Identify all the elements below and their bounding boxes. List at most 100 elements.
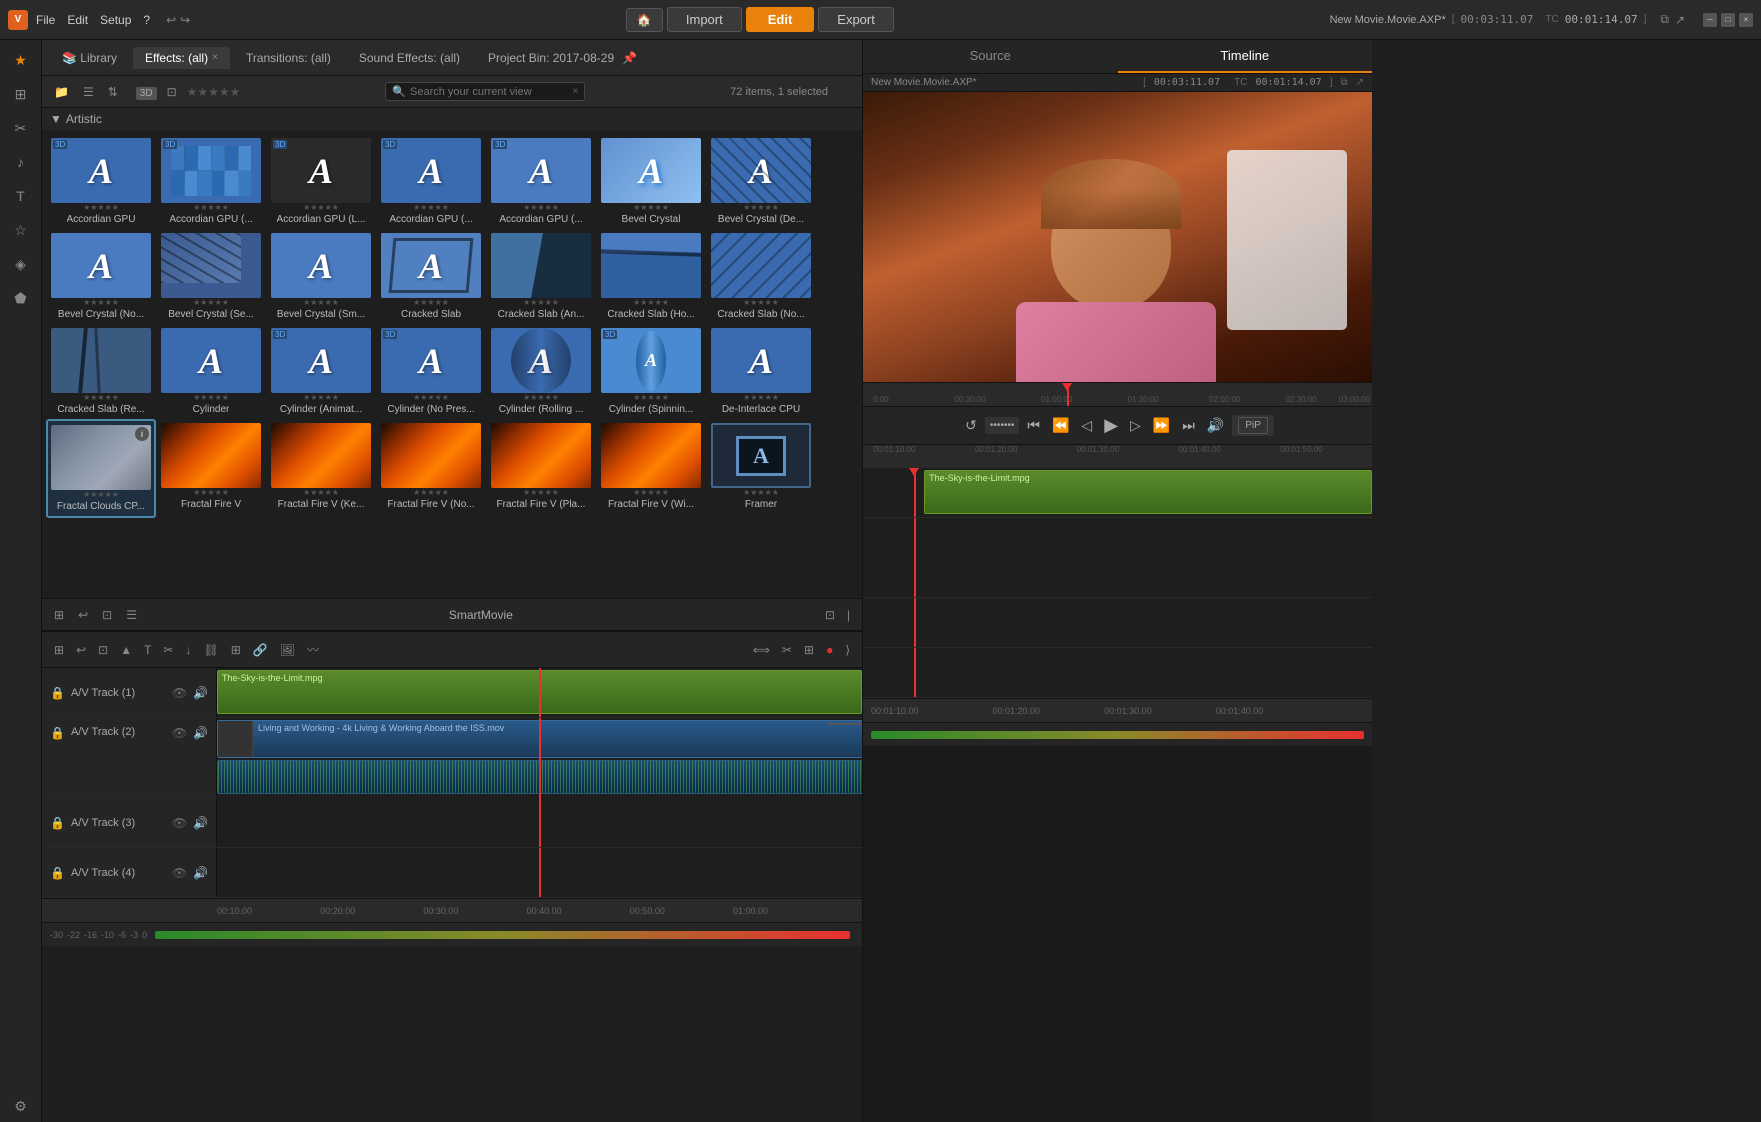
effect-fractal-fire-ke[interactable]: ★★★★★ Fractal Fire V (Ke...: [266, 419, 376, 518]
timeline-tool-text[interactable]: T: [140, 641, 155, 659]
sidebar-icon-text[interactable]: T: [5, 180, 37, 212]
ctrl-volume[interactable]: 🔊: [1203, 415, 1228, 436]
track-audio-icon-4[interactable]: 🔊: [193, 866, 208, 880]
effect-accordian-gpu-2[interactable]: 3D ★★★★★ Accordian GPU (...: [156, 134, 266, 229]
effect-bevel-crystal-se[interactable]: ★★★★★ Bevel Crystal (Se...: [156, 229, 266, 324]
ctrl-step-forward[interactable]: ▷: [1126, 415, 1145, 436]
effect-cracked-slab-ho[interactable]: ★★★★★ Cracked Slab (Ho...: [596, 229, 706, 324]
track-audio-icon-2[interactable]: 🔊: [193, 726, 208, 740]
folder-btn[interactable]: 📁: [50, 83, 73, 101]
effect-accordian-gpu-5[interactable]: 3D A ★★★★★ Accordian GPU (...: [486, 134, 596, 229]
effect-cylinder-spin[interactable]: 3D A ★★★★★ Cylinder (Spinnin...: [596, 324, 706, 419]
timeline-right-1[interactable]: ⟺: [749, 641, 774, 659]
tab-timeline-preview[interactable]: Timeline: [1118, 40, 1373, 73]
track-audio-icon-1[interactable]: 🔊: [193, 686, 208, 700]
effect-fractal-clouds[interactable]: i ★★★★★ Fractal Clouds CP...: [46, 419, 156, 518]
effect-bevel-crystal-no[interactable]: A ★★★★★ Bevel Crystal (No...: [46, 229, 156, 324]
tab-effects-close[interactable]: ×: [212, 52, 218, 63]
effect-bevel-crystal-sm[interactable]: A ★★★★★ Bevel Crystal (Sm...: [266, 229, 376, 324]
menu-file[interactable]: File: [36, 13, 55, 27]
tab-effects[interactable]: Effects: (all) ×: [133, 47, 230, 69]
ctrl-loop[interactable]: ↺: [961, 415, 981, 436]
bottom-tool-grid[interactable]: ⊡: [98, 606, 116, 624]
menu-setup[interactable]: Setup: [100, 13, 131, 27]
menu-help[interactable]: ?: [143, 13, 150, 27]
track-lock-icon-3[interactable]: 🔒: [50, 816, 65, 830]
sidebar-icon-star2[interactable]: ☆: [5, 214, 37, 246]
tab-transitions[interactable]: Transitions: (all): [234, 47, 343, 69]
effect-cylinder-roll[interactable]: A ★★★★★ Cylinder (Rolling ...: [486, 324, 596, 419]
effect-cylinder-anim[interactable]: 3D A ★★★★★ Cylinder (Animat...: [266, 324, 376, 419]
ctrl-play[interactable]: ▶: [1100, 413, 1122, 438]
effect-accordian-gpu-3[interactable]: 3D A ★★★★★ Accordian GPU (L...: [266, 134, 376, 229]
timeline-tool-grid2[interactable]: ⊞: [227, 641, 245, 659]
timeline-tool-2[interactable]: ↩: [72, 641, 90, 659]
sidebar-icon-shapes[interactable]: ⬟: [5, 282, 37, 314]
timeline-tool-chain[interactable]: ⛓: [199, 641, 222, 659]
pip-button[interactable]: PiP: [1238, 417, 1268, 434]
effect-fractal-fire-wi[interactable]: ★★★★★ Fractal Fire V (Wi...: [596, 419, 706, 518]
effect-accordian-gpu-1[interactable]: 3D A ★★★★★ Accordian GPU: [46, 134, 156, 229]
timeline-right-4[interactable]: ●: [822, 641, 837, 659]
track-vis-icon-1[interactable]: 👁: [172, 686, 187, 700]
timeline-right-5[interactable]: ⟩: [841, 641, 854, 659]
preview-pop-icon[interactable]: ↗: [1356, 77, 1364, 88]
search-clear-icon[interactable]: ×: [572, 86, 578, 97]
right-clip-sky[interactable]: The-Sky-is-the-Limit.mpg: [924, 470, 1372, 514]
timeline-tool-cut[interactable]: ✂: [159, 641, 177, 659]
ctrl-skip-end[interactable]: ⏭: [1178, 415, 1199, 436]
category-arrow[interactable]: ▼: [50, 112, 62, 126]
track-lock-icon-4[interactable]: 🔒: [50, 866, 65, 880]
timeline-tool-img[interactable]: 🖼: [276, 641, 299, 659]
effect-de-interlace[interactable]: A ★★★★★ De-Interlace CPU: [706, 324, 816, 419]
bottom-tool-list[interactable]: ☰: [122, 606, 141, 624]
effect-accordian-gpu-4[interactable]: 3D A ★★★★★ Accordian GPU (...: [376, 134, 486, 229]
sidebar-icon-search[interactable]: ⊞: [5, 78, 37, 110]
timeline-tool-down[interactable]: ↓: [181, 641, 195, 659]
preview-expand-icon[interactable]: ⧉: [1340, 77, 1347, 88]
close-button[interactable]: ×: [1739, 13, 1753, 27]
track-audio-icon-3[interactable]: 🔊: [193, 816, 208, 830]
track-vis-icon-3[interactable]: 👁: [172, 816, 187, 830]
effect-cracked-slab-an[interactable]: ★★★★★ Cracked Slab (An...: [486, 229, 596, 324]
timeline-right-2[interactable]: ✂: [778, 641, 796, 659]
effect-fractal-fire-v[interactable]: ★★★★★ Fractal Fire V: [156, 419, 266, 518]
sort-btn[interactable]: ⇅: [104, 83, 122, 101]
minimize-button[interactable]: ─: [1703, 13, 1717, 27]
home-button[interactable]: 🏠: [626, 8, 663, 32]
effect-bevel-crystal-1[interactable]: A ★★★★★ Bevel Crystal: [596, 134, 706, 229]
timeline-tool-wave[interactable]: 〰: [303, 639, 323, 660]
menu-edit[interactable]: Edit: [67, 13, 88, 27]
bottom-tool-1[interactable]: ⊞: [50, 606, 68, 624]
timeline-add-marker[interactable]: ▲: [116, 641, 136, 659]
view-toggle-2[interactable]: |: [843, 606, 854, 624]
track-lock-icon[interactable]: 🔒: [50, 686, 65, 700]
list-btn[interactable]: ☰: [79, 83, 98, 101]
tab-project-bin[interactable]: Project Bin: 2017-08-29 📌: [476, 47, 649, 69]
sidebar-icon-star[interactable]: ★: [5, 44, 37, 76]
timeline-right-3[interactable]: ⊞: [800, 641, 818, 659]
maximize-icon[interactable]: ⧉: [1660, 12, 1669, 27]
effect-cracked-slab-1[interactable]: A ★★★★★ Cracked Slab: [376, 229, 486, 324]
bottom-tool-2[interactable]: ↩: [74, 606, 92, 624]
edit-button[interactable]: Edit: [746, 7, 815, 32]
effect-bevel-crystal-de[interactable]: A ★★★★★ Bevel Crystal (De...: [706, 134, 816, 229]
effect-cracked-slab-no[interactable]: ★★★★★ Cracked Slab (No...: [706, 229, 816, 324]
effect-cylinder-nopres[interactable]: 3D A ★★★★★ Cylinder (No Pres...: [376, 324, 486, 419]
view-toggle-1[interactable]: ⊡: [821, 606, 839, 624]
tab-source[interactable]: Source: [863, 40, 1118, 73]
preview-btn[interactable]: ⊡: [163, 83, 181, 101]
external-icon[interactable]: ↗: [1675, 13, 1685, 27]
ctrl-skip-start[interactable]: ⏮: [1023, 415, 1044, 436]
sidebar-icon-settings[interactable]: ⚙: [5, 1090, 37, 1122]
sidebar-icon-color[interactable]: ◈: [5, 248, 37, 280]
sidebar-icon-cut[interactable]: ✂: [5, 112, 37, 144]
track-vis-icon-2[interactable]: 👁: [172, 726, 187, 740]
ctrl-step-back[interactable]: ◁: [1077, 415, 1096, 436]
undo-icon[interactable]: ↩: [166, 13, 176, 27]
effect-cracked-slab-re[interactable]: ★★★★★ Cracked Slab (Re...: [46, 324, 156, 419]
track-vis-icon-4[interactable]: 👁: [172, 866, 187, 880]
effect-fractal-fire-no[interactable]: ★★★★★ Fractal Fire V (No...: [376, 419, 486, 518]
redo-icon[interactable]: ↪: [180, 13, 190, 27]
timeline-tool-link[interactable]: 🔗: [249, 641, 272, 659]
